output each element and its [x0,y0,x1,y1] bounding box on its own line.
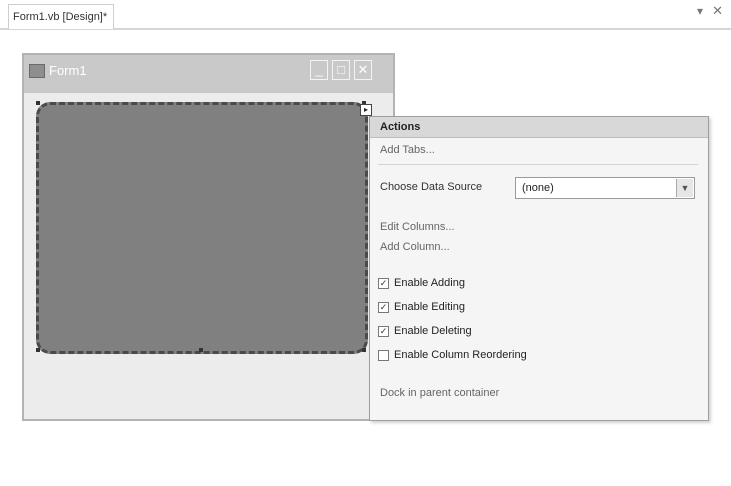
tab-menu-icon[interactable]: ▾ [697,4,703,18]
enable-column-reordering-checkbox[interactable] [378,350,389,361]
dock-in-parent-link[interactable]: Dock in parent container [380,387,499,399]
enable-deleting-label: Enable Deleting [394,325,472,337]
document-tabstrip: Form1.vb [Design]* ▾ ✕ [0,0,731,30]
maximize-icon[interactable]: □ [332,60,350,80]
enable-deleting-checkbox[interactable]: ✓ [378,326,389,337]
selection-handle-bottom-right[interactable] [362,348,366,352]
tab-form1-design[interactable]: Form1.vb [Design]* [8,4,115,29]
actions-panel: Actions Add Tabs... Choose Data Source (… [369,116,709,421]
datagridview-control[interactable] [36,102,368,354]
tab-close-icon[interactable]: ✕ [712,3,723,19]
add-tabs-link[interactable]: Add Tabs... [380,144,435,156]
data-source-label: Choose Data Source [380,181,483,193]
enable-editing-checkbox[interactable]: ✓ [378,302,389,313]
form-titlebar: Form1 _ □ ✕ [24,55,393,93]
selection-handle-bottom-left[interactable] [36,348,40,352]
smart-tag-icon[interactable]: ▸ [360,104,372,116]
enable-adding-checkbox[interactable]: ✓ [378,278,389,289]
close-icon[interactable]: ✕ [354,60,372,80]
form-title: Form1 [49,63,87,78]
form-window[interactable]: Form1 _ □ ✕ ▸ [22,53,395,421]
selection-handle-bottom-middle[interactable] [199,348,203,352]
add-column-link[interactable]: Add Column... [380,241,450,253]
actions-panel-title: Actions [370,117,708,138]
tab-label: Form1.vb [Design]* [13,11,108,23]
data-source-value: (none) [522,182,554,194]
form-app-icon [29,64,45,78]
enable-editing-label: Enable Editing [394,301,465,313]
panel-divider [378,164,698,165]
enable-column-reordering-label: Enable Column Reordering [394,349,527,361]
minimize-icon[interactable]: _ [310,60,328,80]
edit-columns-link[interactable]: Edit Columns... [380,221,455,233]
chevron-down-icon[interactable]: ▼ [676,179,693,197]
data-source-dropdown[interactable]: (none) ▼ [515,177,695,199]
selection-handle-top-left[interactable] [36,101,40,105]
enable-adding-label: Enable Adding [394,277,465,289]
